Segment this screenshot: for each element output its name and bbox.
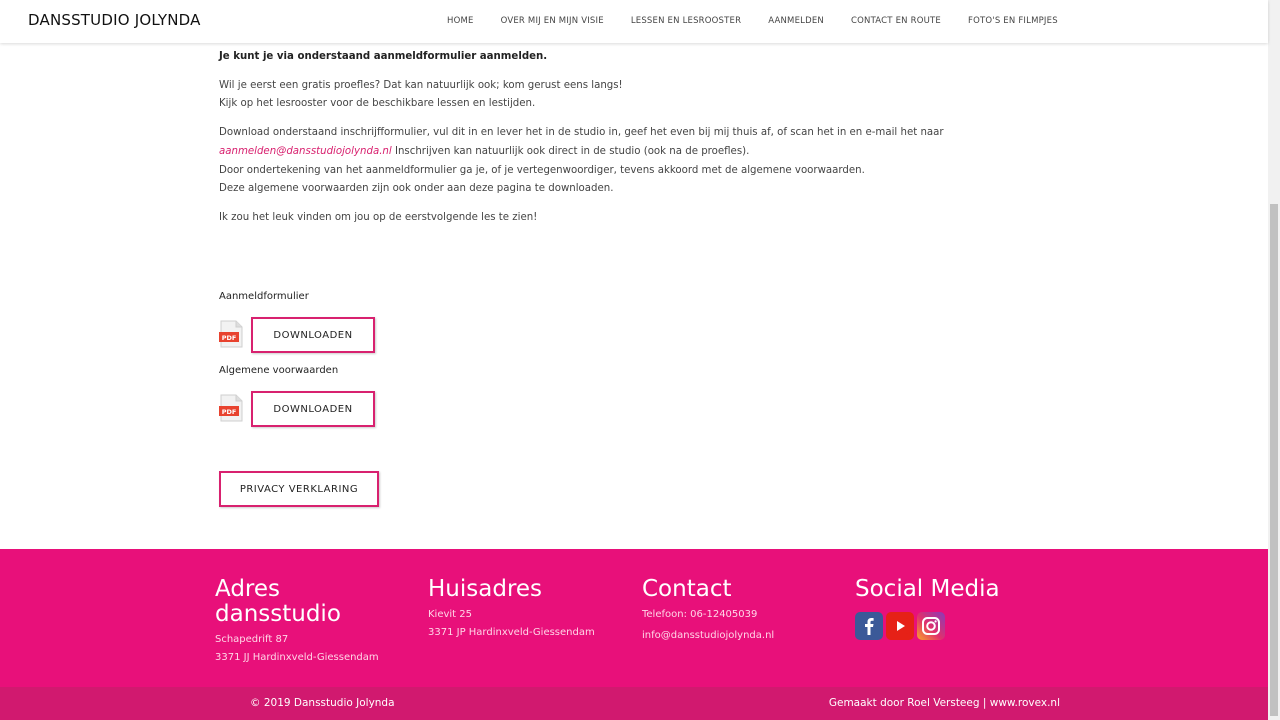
lesrooster-line: Kijk op het lesrooster voor de beschikba… [219,98,536,110]
footer-contact: Contact Telefoon: 06-12405039 info@danss… [642,577,774,645]
footer-social: Social Media [855,577,1000,640]
social-title: Social Media [855,576,1000,602]
main-nav: HOME OVER MIJ EN MIJN VISIE LESSEN EN LE… [447,16,1085,26]
youtube-icon[interactable] [886,612,914,640]
facebook-icon[interactable] [855,612,883,640]
credit-text[interactable]: Gemaakt door Roel Versteeg | www.rovex.n… [829,697,1060,709]
download-voorwaarden-button[interactable]: DOWNLOADEN [251,391,375,427]
pdf-icon-text: PDF [222,408,237,416]
main-content: Je kunt je via onderstaand aanmeldformul… [219,48,979,238]
contact-title: Contact [642,576,732,602]
download-instructions: Download onderstaand inschrijfformulier,… [219,124,979,199]
intro-heading: Je kunt je via onderstaand aanmeldformul… [219,51,548,62]
instructions-line: Deze algemene voorwaarden zijn ook onder… [219,183,614,195]
footer-home-address: Huisadres Kievit 25 3371 JP Hardinxveld-… [428,577,595,642]
instructions-line: Download onderstaand inschrijfformulier,… [219,127,944,139]
download-aanmeldformulier-button[interactable]: DOWNLOADEN [251,317,375,353]
footer-bottom-bar: © 2019 Dansstudio Jolynda Gemaakt door R… [0,687,1268,720]
pdf-icon-text: PDF [222,334,237,342]
nav-aanmelden[interactable]: AANMELDEN [768,16,824,26]
instagram-icon[interactable] [917,612,945,640]
copyright-text: © 2019 Dansstudio Jolynda [250,697,395,709]
nav-fotos[interactable]: FOTO'S EN FILMPJES [968,16,1058,26]
aanmeldformulier-label: Aanmeldformulier [219,291,309,302]
privacy-button[interactable]: PRIVACY VERKLARING [219,471,379,507]
contact-email[interactable]: info@dansstudiojolynda.nl [642,627,774,645]
home-address-title: Huisadres [428,576,543,602]
footer-address: Adres dansstudio Schapedrift 87 3371 JJ H… [215,577,379,667]
address-title: Adres dansstudio [215,576,341,627]
home-city: 3371 JP Hardinxveld-Giessendam [428,627,595,638]
instructions-line: Inschrijven kan natuurlijk ook direct in… [391,145,750,157]
scrollbar-thumb[interactable] [1270,204,1278,716]
nav-lessen[interactable]: LESSEN EN LESROOSTER [631,16,741,26]
page-scrollbar[interactable] [1268,0,1280,720]
nav-over-mij[interactable]: OVER MIJ EN MIJN VISIE [501,16,604,26]
proefles-paragraph: Wil je eerst een gratis proefles? Dat ka… [219,77,979,114]
algemene-voorwaarden-label: Algemene voorwaarden [219,365,339,376]
pdf-icon: PDF [219,320,243,348]
pdf-icon: PDF [219,394,243,422]
closing-line: Ik zou het leuk vinden om jou op de eers… [219,211,538,223]
site-footer: Adres dansstudio Schapedrift 87 3371 JJ H… [0,549,1268,687]
nav-home[interactable]: HOME [447,16,474,26]
instructions-line: Door ondertekening van het aanmeldformul… [219,164,865,176]
site-header: DANSSTUDIO JOLYNDA HOME OVER MIJ EN MIJN… [0,0,1268,43]
address-city: 3371 JJ Hardinxveld-Giessendam [215,652,379,663]
nav-contact[interactable]: CONTACT EN ROUTE [851,16,941,26]
address-street: Schapedrift 87 [215,634,289,645]
social-icons [855,612,1000,640]
aanmelden-email-link[interactable]: aanmelden@dansstudiojolynda.nl [219,146,392,157]
proefles-line: Wil je eerst een gratis proefles? Dat ka… [219,79,623,91]
site-logo[interactable]: DANSSTUDIO JOLYNDA [28,11,201,29]
home-street: Kievit 25 [428,609,473,620]
contact-phone[interactable]: Telefoon: 06-12405039 [642,606,774,624]
